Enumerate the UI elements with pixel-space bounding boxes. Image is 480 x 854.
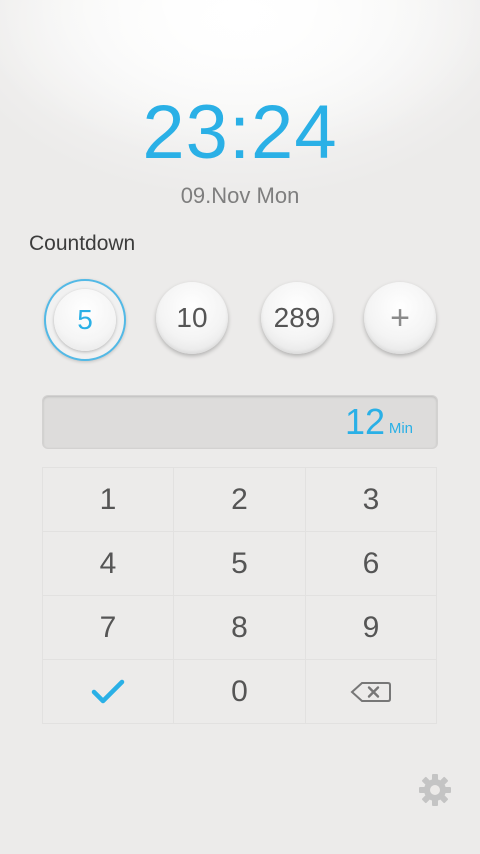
add-preset-button[interactable]: + <box>364 282 436 354</box>
key-9[interactable]: 9 <box>306 596 437 660</box>
duration-value: 12 <box>344 401 385 442</box>
confirm-button[interactable] <box>43 660 174 724</box>
key-8[interactable]: 8 <box>174 596 306 660</box>
backspace-icon <box>350 681 391 702</box>
preset-button-10[interactable]: 10 <box>156 282 228 354</box>
key-1[interactable]: 1 <box>43 468 174 532</box>
key-6[interactable]: 6 <box>306 532 437 596</box>
clock-time: 23:24 <box>142 90 338 175</box>
preset-label: 289 <box>273 302 321 333</box>
key-4[interactable]: 4 <box>43 532 174 596</box>
key-7[interactable]: 7 <box>43 596 174 660</box>
numeric-keypad: 1 2 3 4 5 6 7 8 9 0 <box>42 467 437 724</box>
clock-date: 09.Nov Mon <box>180 183 300 208</box>
preset-label: 5 <box>54 289 116 351</box>
duration-display: 12 Min <box>42 395 438 449</box>
duration-unit: Min <box>388 420 413 437</box>
plus-icon: + <box>390 298 410 337</box>
key-0[interactable]: 0 <box>174 660 306 724</box>
preset-button-5[interactable]: 5 <box>44 279 126 361</box>
key-2[interactable]: 2 <box>174 468 306 532</box>
key-5[interactable]: 5 <box>174 532 306 596</box>
preset-label: 10 <box>176 302 208 333</box>
countdown-label: Countdown <box>29 232 136 255</box>
settings-button[interactable] <box>417 772 453 808</box>
key-3[interactable]: 3 <box>306 468 437 532</box>
preset-button-289[interactable]: 289 <box>261 282 333 354</box>
check-icon <box>91 679 125 703</box>
gear-icon <box>419 774 451 806</box>
backspace-button[interactable] <box>306 660 437 724</box>
